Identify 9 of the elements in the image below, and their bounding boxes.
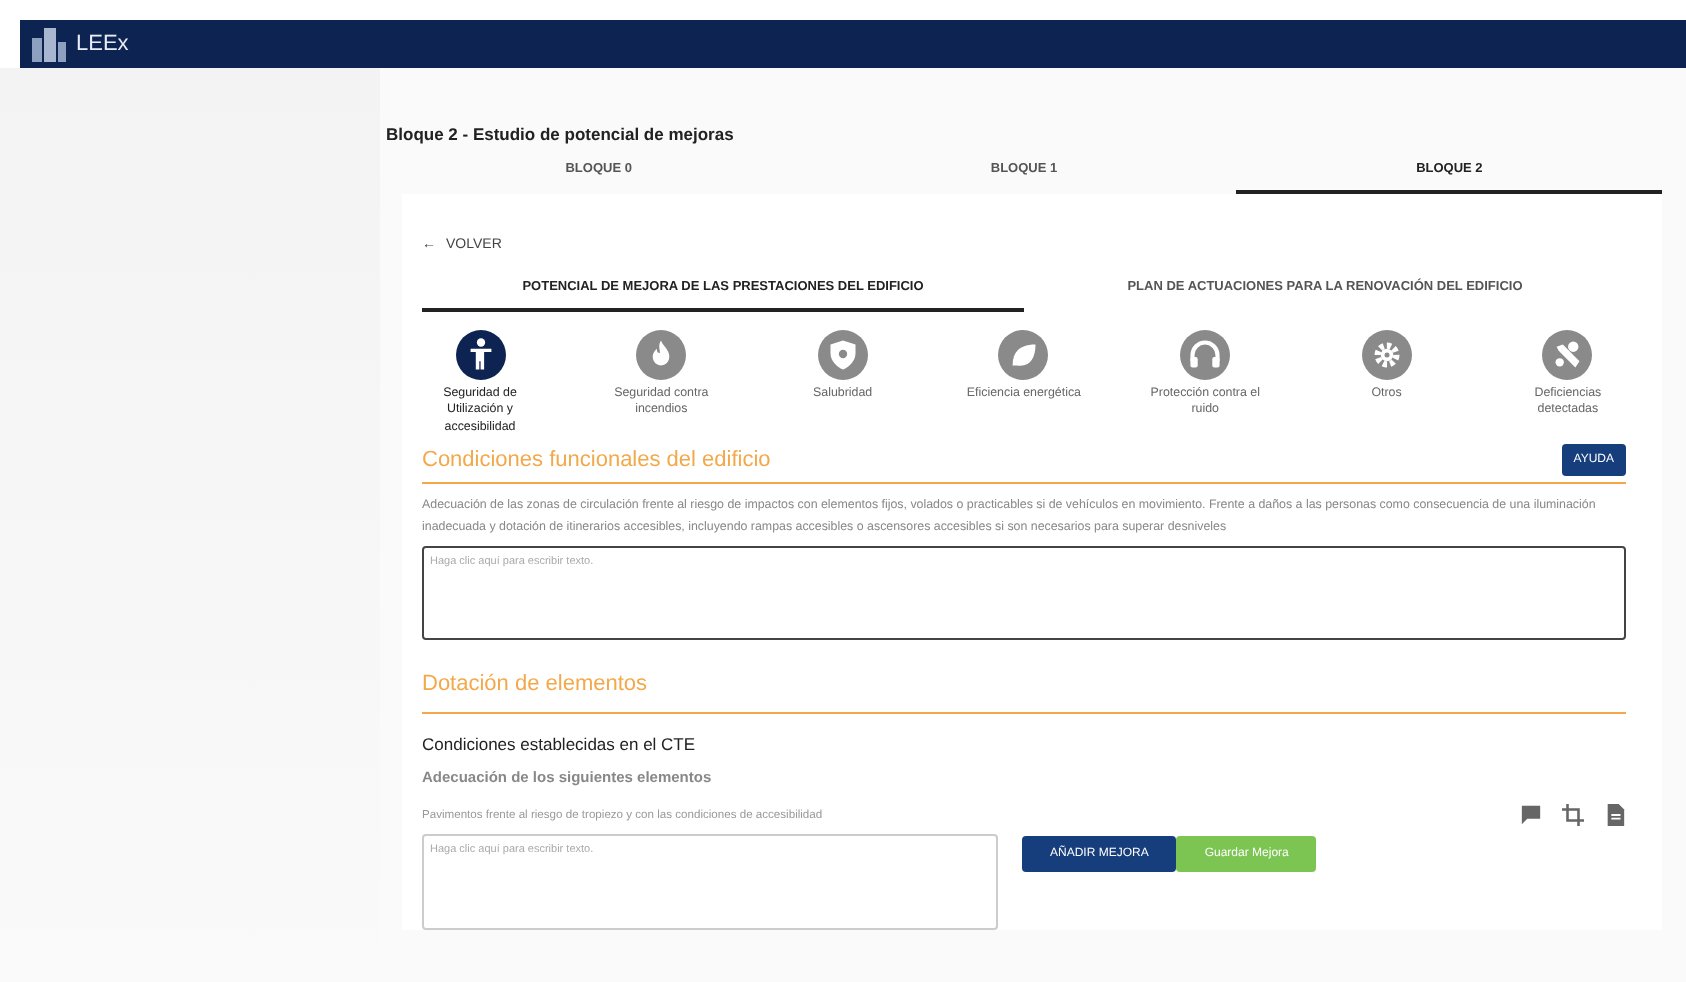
section-heading: Dotación de elementos <box>422 672 648 697</box>
document-icon[interactable] <box>1604 804 1626 827</box>
app-title: LEEx <box>76 32 129 56</box>
building-logo-icon <box>28 26 68 62</box>
comment-icon[interactable] <box>1520 804 1542 827</box>
section-heading: Condiciones funcionales del edificio <box>422 448 771 473</box>
crop-icon[interactable] <box>1562 804 1584 827</box>
page-title: Bloque 2 - Estudio de potencial de mejoras <box>386 124 736 144</box>
subsection-title: Condiciones establecidas en el CTE <box>422 734 698 755</box>
